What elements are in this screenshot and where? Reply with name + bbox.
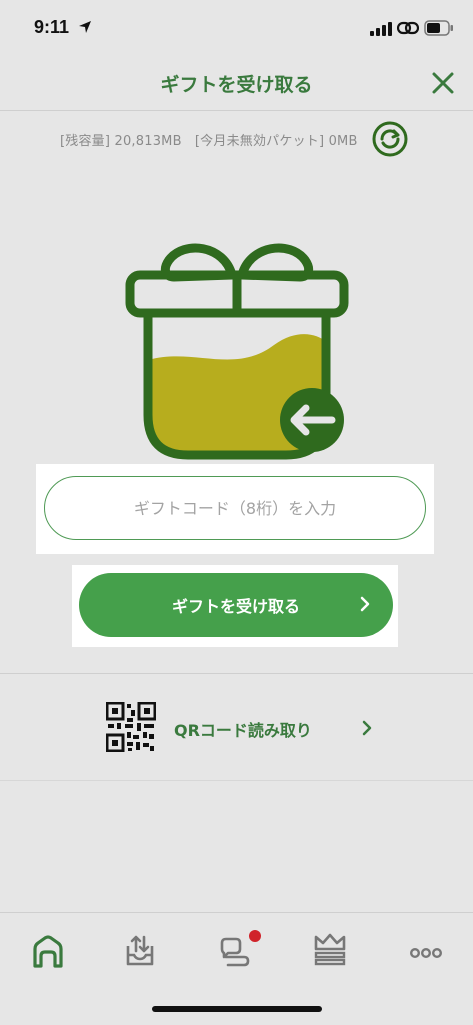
more-icon[interactable] [406,931,446,971]
status-bar: 9:11 [0,0,473,56]
battery-icon [424,20,453,36]
receive-button-container: ギフトを受け取る [72,565,398,647]
chevron-right-icon [362,720,372,736]
home-indicator [152,1006,322,1012]
qr-code-scan-row[interactable]: QRコード読み取り [0,674,473,780]
home-icon[interactable] [28,931,68,971]
gift-code-input[interactable] [44,476,426,540]
data-capacity-text: [残容量] 20,813MB [今月未無効パケット] 0MB [60,134,358,149]
status-time: 9:11 [34,17,70,37]
upload-tray-icon[interactable] [120,931,160,971]
crown-icon[interactable] [310,927,350,967]
page-title: ギフトを受け取る [160,74,313,96]
location-arrow-icon [79,21,91,33]
receive-gift-button[interactable]: ギフトを受け取る [79,573,393,637]
qr-code-icon [106,702,156,752]
gift-code-input-container [36,464,434,554]
close-icon[interactable] [430,70,456,96]
receive-gift-button-label: ギフトを受け取る [171,597,300,616]
personal-hotspot-icon [397,21,419,35]
chevron-right-icon [360,596,370,612]
qr-code-scan-label: QRコード読み取り [174,721,312,740]
chat-bubble-icon[interactable] [214,931,254,971]
divider [0,780,473,781]
signal-icon [370,22,392,36]
gift-box-illustration [125,243,349,460]
header: ギフトを受け取る [0,56,473,111]
notification-badge [249,930,261,942]
refresh-icon[interactable] [372,121,408,157]
